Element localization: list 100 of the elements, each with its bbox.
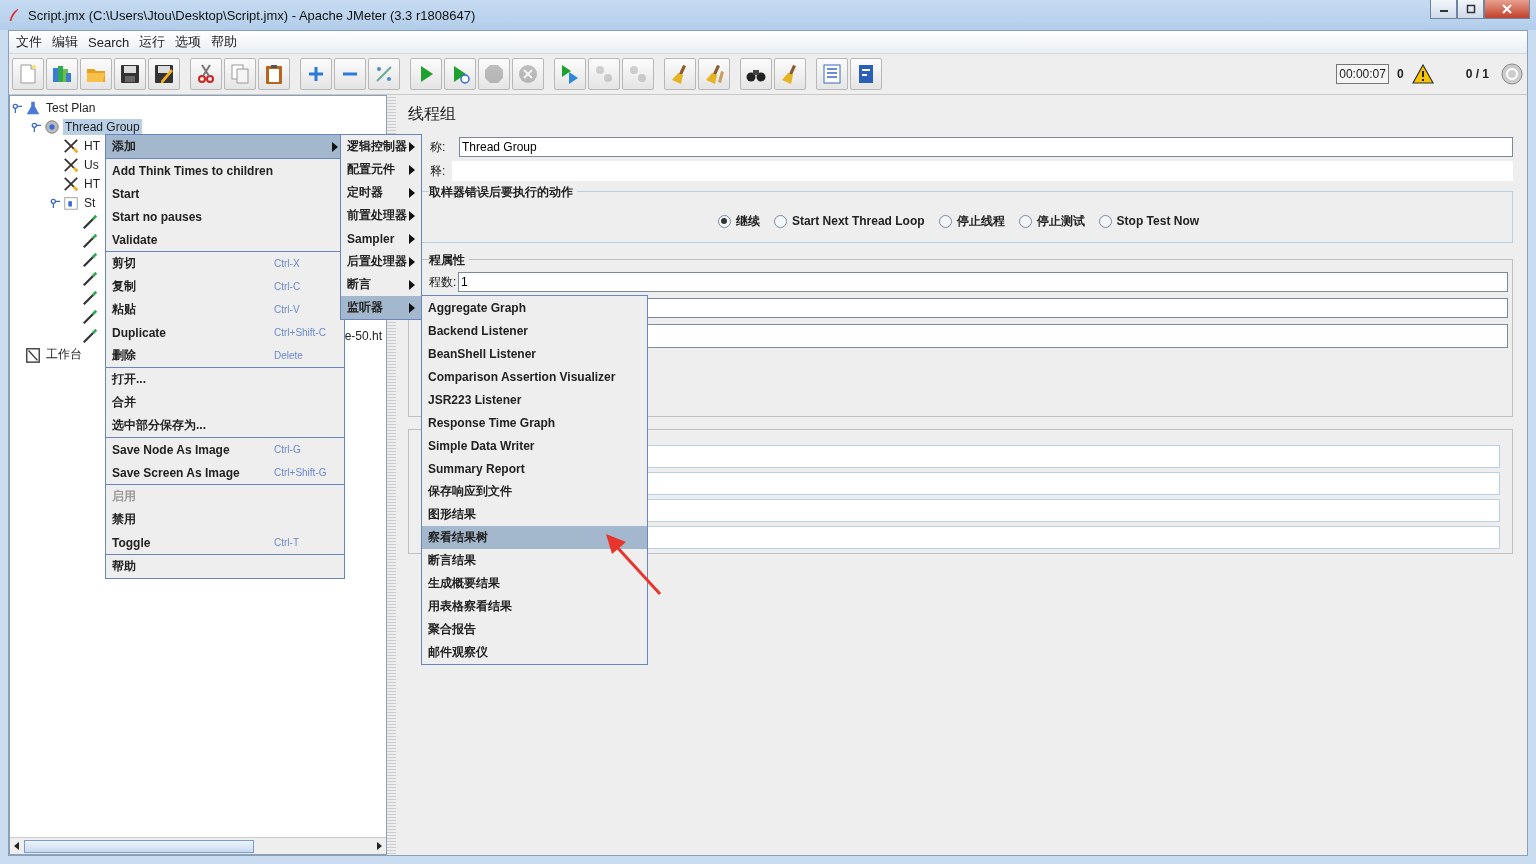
menu-item[interactable]: Toggle Ctrl-T: [106, 531, 344, 554]
menu-item[interactable]: 运行: [134, 33, 171, 51]
collapse-button[interactable]: [334, 58, 366, 90]
menu-item[interactable]: 粘贴 Ctrl-V: [106, 298, 344, 321]
radio-option[interactable]: 停止线程: [938, 212, 1005, 230]
warning-icon[interactable]: [1411, 64, 1434, 84]
expand-handle-icon[interactable]: [12, 102, 22, 113]
menu-item[interactable]: 选项: [170, 33, 207, 51]
menu-item[interactable]: Backend Listener: [422, 319, 647, 342]
tree-item[interactable]: Thread Group: [63, 118, 142, 135]
radio-option[interactable]: 停止测试: [1018, 212, 1085, 230]
menu-item[interactable]: 用表格察看结果: [422, 595, 647, 618]
menu-item[interactable]: 图形结果: [422, 503, 647, 526]
toggle-button[interactable]: [368, 58, 400, 90]
menu-item[interactable]: Aggregate Graph: [422, 296, 647, 319]
clear-all-button[interactable]: [698, 58, 730, 90]
menu-item[interactable]: Simple Data Writer: [422, 434, 647, 457]
menu-item[interactable]: Validate: [106, 228, 344, 251]
close-button[interactable]: [1484, 0, 1530, 19]
maximize-icon: [1465, 4, 1476, 14]
menu-item[interactable]: 逻辑控制器: [341, 135, 421, 158]
elapsed-time: 00:00:07: [1336, 64, 1389, 84]
menu-item[interactable]: Comparison Assertion Visualizer: [422, 365, 647, 388]
menu-item[interactable]: Start: [106, 182, 344, 205]
cut-button[interactable]: [190, 58, 222, 90]
menu-item[interactable]: Start no pauses: [106, 205, 344, 228]
expand-handle-icon[interactable]: [31, 121, 41, 132]
menu-item[interactable]: 邮件观察仪: [422, 641, 647, 664]
menu-item[interactable]: 帮助: [206, 33, 243, 51]
field-label: 释:: [430, 162, 447, 180]
menu-item[interactable]: 文件: [11, 33, 47, 51]
menu-item[interactable]: 生成概要结果: [422, 572, 647, 595]
help-button[interactable]: [850, 58, 882, 90]
menu-item[interactable]: 编辑: [47, 33, 83, 51]
menu-item[interactable]: 选中部分保存为...: [106, 414, 344, 437]
menu-item[interactable]: Save Screen As Image Ctrl+Shift-G: [106, 461, 344, 484]
radio-option[interactable]: Stop Test Now: [1098, 212, 1200, 230]
menu-item[interactable]: 聚合报告: [422, 618, 647, 641]
maximize-button[interactable]: [1457, 0, 1484, 19]
remote-start-button[interactable]: [554, 58, 586, 90]
menu-item[interactable]: Save Node As Image Ctrl-G: [106, 438, 344, 461]
menu-item[interactable]: 禁用: [106, 508, 344, 531]
menu-item[interactable]: Search: [83, 34, 135, 50]
menu-item[interactable]: 监听器: [341, 296, 421, 319]
menu-item[interactable]: BeanShell Listener: [422, 342, 647, 365]
menu-item[interactable]: Duplicate Ctrl+Shift-C: [106, 321, 344, 344]
menu-item[interactable]: 前置处理器: [341, 204, 421, 227]
function-helper-button[interactable]: [816, 58, 848, 90]
tree-item[interactable]: 工作台: [44, 345, 84, 364]
horizontal-scrollbar[interactable]: [10, 837, 386, 854]
menu-item[interactable]: 定时器: [341, 181, 421, 204]
menu-item[interactable]: 删除 Delete: [106, 344, 344, 367]
expand-handle-icon[interactable]: [50, 197, 60, 208]
menu-item[interactable]: 保存响应到文件: [422, 480, 647, 503]
radio-option[interactable]: 继续: [717, 212, 760, 230]
submenu-arrow-icon: [409, 187, 415, 198]
menu-item[interactable]: 帮助: [106, 555, 344, 578]
menu-item[interactable]: 配置元件: [341, 158, 421, 181]
scrollbar-thumb[interactable]: [24, 839, 254, 853]
menu-item[interactable]: Summary Report: [422, 457, 647, 480]
menu-item[interactable]: 后置处理器: [341, 250, 421, 273]
tree-item[interactable]: e-50.ht: [342, 327, 384, 344]
expand-button[interactable]: [300, 58, 332, 90]
menu-item[interactable]: 断言: [341, 273, 421, 296]
tree-item[interactable]: Us: [82, 156, 101, 173]
templates-button[interactable]: [46, 58, 78, 90]
menu-item[interactable]: 断言结果: [422, 549, 647, 572]
minimize-button[interactable]: [1430, 0, 1457, 19]
save-button[interactable]: [114, 58, 146, 90]
paste-button[interactable]: [258, 58, 290, 90]
name-field[interactable]: Thread Group: [459, 137, 1513, 157]
search-button[interactable]: [740, 58, 772, 90]
pipette-icon: [82, 270, 98, 287]
clear-button[interactable]: [664, 58, 696, 90]
reset-search-button[interactable]: [774, 58, 806, 90]
pipette-icon: [82, 289, 98, 306]
menu-item[interactable]: 合并: [106, 391, 344, 414]
tools-icon: [63, 137, 79, 154]
menu-item[interactable]: Add Think Times to children: [106, 159, 344, 182]
menu-item[interactable]: JSR223 Listener: [422, 388, 647, 411]
menu-item[interactable]: 复制 Ctrl-C: [106, 275, 344, 298]
threads-field[interactable]: 1: [458, 272, 1508, 292]
start-no-pauses-button[interactable]: [444, 58, 476, 90]
notepad-icon: [25, 346, 41, 363]
tree-item[interactable]: HT: [82, 137, 102, 154]
save-as-button[interactable]: [148, 58, 180, 90]
menu-item[interactable]: 打开...: [106, 368, 344, 391]
start-button[interactable]: [410, 58, 442, 90]
menu-item[interactable]: 剪切 Ctrl-X: [106, 252, 344, 275]
menu-item[interactable]: Sampler: [341, 227, 421, 250]
menu-item[interactable]: 察看结果树: [422, 526, 647, 549]
menu-item[interactable]: Response Time Graph: [422, 411, 647, 434]
submenu-arrow-icon: [409, 279, 415, 290]
shortcut-label: Ctrl-V: [274, 304, 300, 315]
shortcut-label: Ctrl+Shift-G: [274, 467, 327, 478]
status-circle-icon: [1501, 63, 1523, 85]
tree-item[interactable]: HT: [82, 175, 102, 192]
tree-item[interactable]: St: [82, 194, 98, 211]
radio-option[interactable]: Start Next Thread Loop: [773, 212, 925, 230]
tree-item[interactable]: Test Plan: [44, 99, 98, 116]
